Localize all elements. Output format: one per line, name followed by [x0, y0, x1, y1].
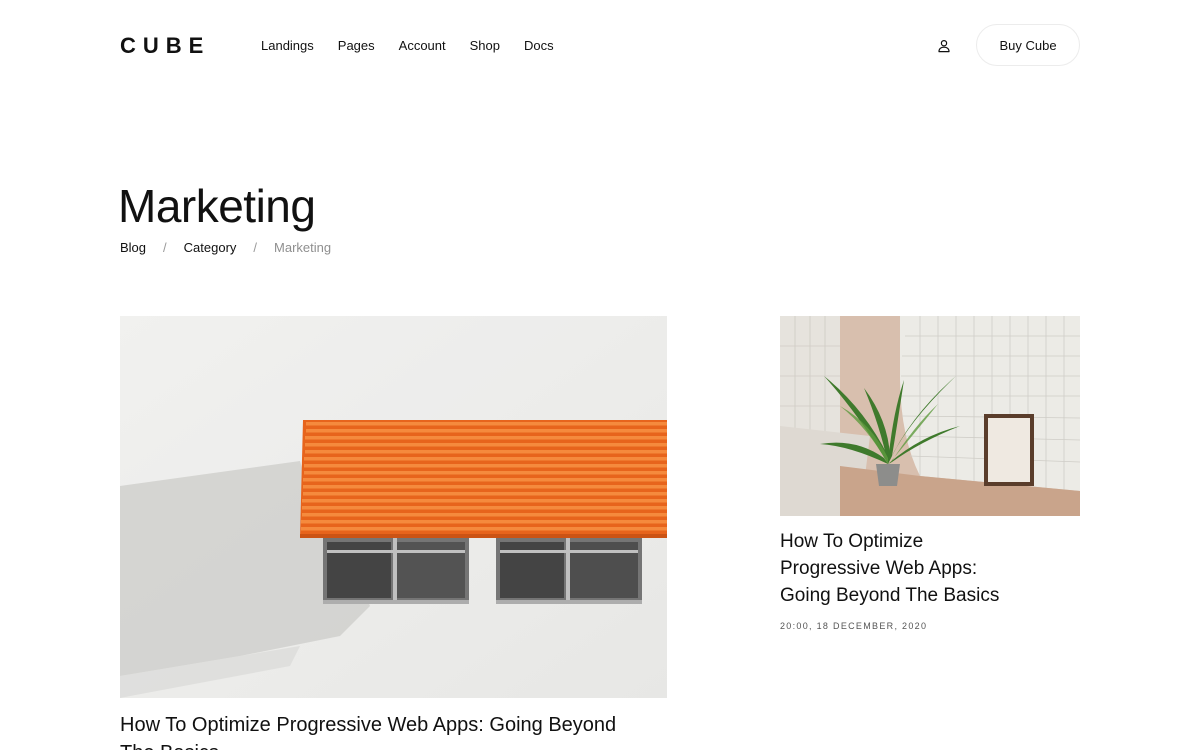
side-post-image[interactable]: [780, 316, 1080, 516]
site-header: CUBE Landings Pages Account Shop Docs Bu…: [120, 24, 1080, 68]
nav-item-landings[interactable]: Landings: [261, 38, 314, 54]
nav-item-shop[interactable]: Shop: [470, 38, 500, 54]
breadcrumb-item-blog[interactable]: Blog: [120, 240, 146, 256]
side-post-date: 20:00, 18 DECEMBER, 2020: [780, 621, 928, 631]
breadcrumb-current: Marketing: [274, 240, 332, 255]
user-icon-glyph: [938, 39, 950, 53]
breadcrumb: Blog / Category / Marketing: [120, 240, 331, 256]
page-title: Marketing: [118, 180, 316, 232]
nav-item-docs[interactable]: Docs: [524, 38, 554, 54]
orange-awning-photo: [120, 316, 667, 698]
plant-room-photo: [780, 316, 1080, 516]
nav-item-pages[interactable]: Pages: [338, 38, 375, 54]
page: CUBE Landings Pages Account Shop Docs Bu…: [0, 0, 1200, 750]
breadcrumb-separator: /: [253, 240, 258, 255]
logo[interactable]: CUBE: [120, 34, 210, 58]
breadcrumb-separator: /: [163, 240, 167, 255]
nav-item-account[interactable]: Account: [399, 38, 446, 54]
user-icon[interactable]: [937, 39, 951, 53]
featured-post-title[interactable]: How To Optimize Progressive Web Apps: Go…: [120, 711, 620, 750]
buy-cube-button[interactable]: Buy Cube: [976, 24, 1080, 66]
side-post-title[interactable]: How To Optimize Progressive Web Apps: Go…: [780, 528, 1020, 609]
breadcrumb-item-category[interactable]: Category: [184, 240, 237, 256]
featured-post-image[interactable]: [120, 316, 667, 698]
main-nav: Landings Pages Account Shop Docs: [261, 38, 578, 54]
